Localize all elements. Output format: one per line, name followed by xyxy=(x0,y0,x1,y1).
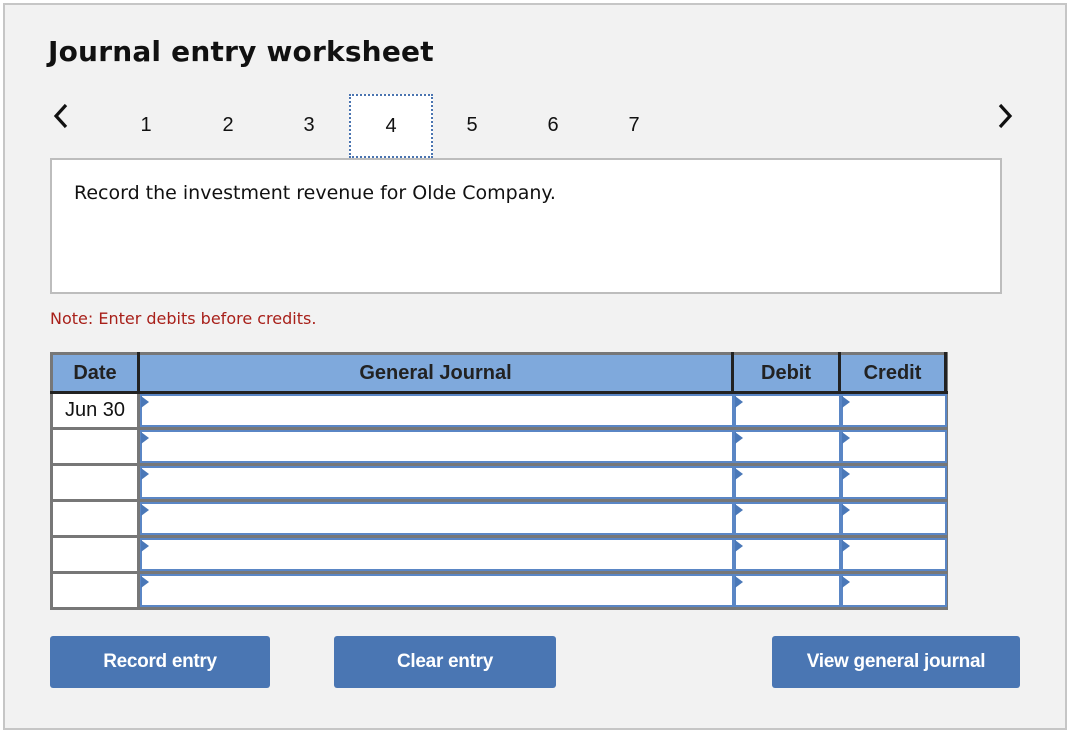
dropdown-flag-icon xyxy=(842,504,850,516)
credit-input[interactable] xyxy=(841,502,947,535)
debit-input[interactable] xyxy=(734,538,841,571)
question-text: Record the investment revenue for Olde C… xyxy=(74,182,556,204)
date-cell[interactable] xyxy=(53,502,137,535)
journal-row-1: Jun 30 xyxy=(53,394,947,427)
step-tab-7[interactable]: 7 xyxy=(594,94,674,156)
column-header-credit: Credit xyxy=(841,355,944,391)
debit-input[interactable] xyxy=(734,502,841,535)
dropdown-flag-icon xyxy=(141,576,149,588)
account-input[interactable] xyxy=(140,538,734,571)
journal-table: Date General Journal Debit Credit Jun 30 xyxy=(50,352,948,610)
account-input[interactable] xyxy=(140,430,734,463)
debit-input[interactable] xyxy=(734,574,841,607)
step-tab-6[interactable]: 6 xyxy=(513,94,593,156)
chevron-right-icon xyxy=(998,103,1013,129)
credit-input[interactable] xyxy=(841,394,947,427)
column-header-general-journal: General Journal xyxy=(140,355,731,391)
dropdown-flag-icon xyxy=(842,432,850,444)
date-cell[interactable] xyxy=(53,466,137,499)
step-label: 2 xyxy=(222,113,234,136)
header-divider xyxy=(944,352,947,394)
step-tab-5[interactable]: 5 xyxy=(432,94,512,156)
dropdown-flag-icon xyxy=(141,504,149,516)
next-step-button[interactable] xyxy=(990,100,1020,132)
dropdown-flag-icon xyxy=(735,540,743,552)
step-label: 7 xyxy=(628,113,640,136)
debit-input[interactable] xyxy=(734,430,841,463)
journal-row-3 xyxy=(53,466,947,499)
dropdown-flag-icon xyxy=(735,432,743,444)
record-entry-button[interactable]: Record entry xyxy=(50,636,270,688)
account-input[interactable] xyxy=(140,574,734,607)
dropdown-flag-icon xyxy=(735,468,743,480)
chevron-left-icon xyxy=(53,103,68,129)
step-label: 6 xyxy=(547,113,559,136)
column-header-debit: Debit xyxy=(734,355,838,391)
previous-step-button[interactable] xyxy=(46,100,76,132)
credit-input[interactable] xyxy=(841,466,947,499)
dropdown-flag-icon xyxy=(141,396,149,408)
step-tab-3[interactable]: 3 xyxy=(269,94,349,156)
debit-input[interactable] xyxy=(734,466,841,499)
dropdown-flag-icon xyxy=(735,504,743,516)
dropdown-flag-icon xyxy=(842,468,850,480)
step-tab-2[interactable]: 2 xyxy=(188,94,268,156)
date-cell[interactable] xyxy=(53,574,137,607)
debit-input[interactable] xyxy=(734,394,841,427)
journal-row-4 xyxy=(53,502,947,535)
journal-row-2 xyxy=(53,430,947,463)
step-label: 5 xyxy=(466,113,478,136)
credit-input[interactable] xyxy=(841,574,947,607)
account-input[interactable] xyxy=(140,394,734,427)
dropdown-flag-icon xyxy=(141,540,149,552)
view-general-journal-button[interactable]: View general journal xyxy=(772,636,1020,688)
date-cell[interactable] xyxy=(53,538,137,571)
clear-entry-button[interactable]: Clear entry xyxy=(334,636,556,688)
dropdown-flag-icon xyxy=(842,540,850,552)
journal-row-5 xyxy=(53,538,947,571)
account-input[interactable] xyxy=(140,502,734,535)
step-label: 1 xyxy=(140,113,152,136)
credit-input[interactable] xyxy=(841,538,947,571)
journal-row-6 xyxy=(53,574,947,607)
date-cell: Jun 30 xyxy=(53,394,137,427)
column-header-date: Date xyxy=(53,355,137,391)
page-title: Journal entry worksheet xyxy=(48,35,434,68)
question-box: Record the investment revenue for Olde C… xyxy=(50,158,1002,294)
dropdown-flag-icon xyxy=(141,468,149,480)
dropdown-flag-icon xyxy=(735,576,743,588)
step-tab-1[interactable]: 1 xyxy=(106,94,186,156)
step-tab-4-active[interactable]: 4 xyxy=(349,94,433,158)
instruction-note: Note: Enter debits before credits. xyxy=(50,309,317,328)
dropdown-flag-icon xyxy=(735,396,743,408)
dropdown-flag-icon xyxy=(141,432,149,444)
account-input[interactable] xyxy=(140,466,734,499)
step-label: 3 xyxy=(303,113,315,136)
dropdown-flag-icon xyxy=(842,396,850,408)
step-label: 4 xyxy=(385,114,397,137)
dropdown-flag-icon xyxy=(842,576,850,588)
credit-input[interactable] xyxy=(841,430,947,463)
date-cell[interactable] xyxy=(53,430,137,463)
